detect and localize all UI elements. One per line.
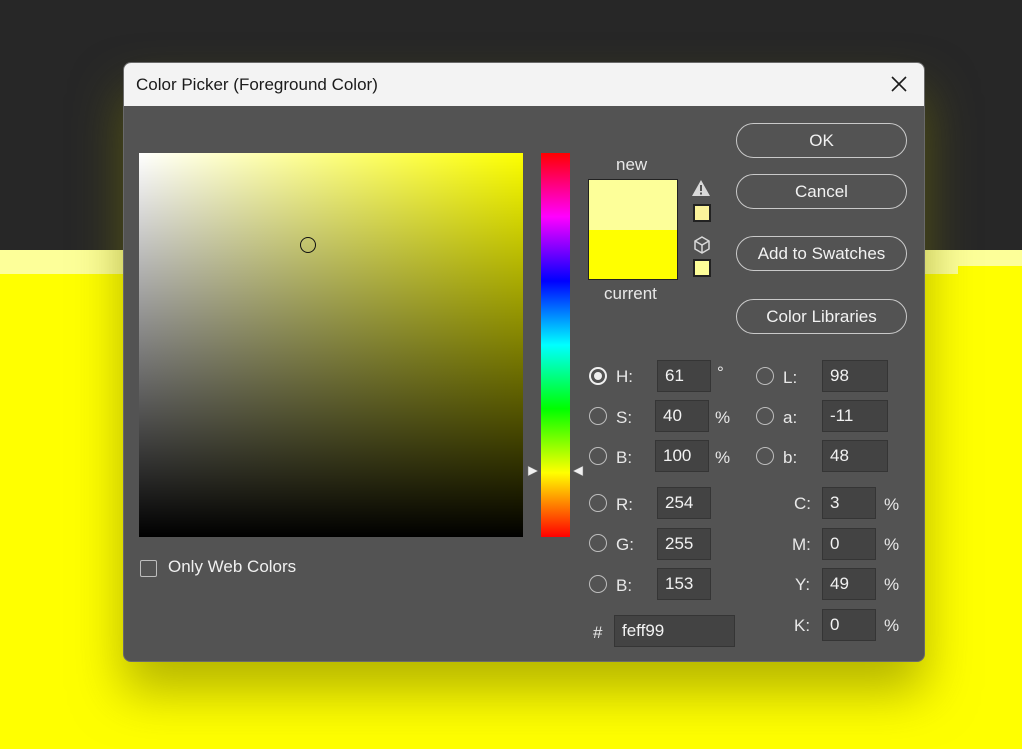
magenta-unit: % bbox=[884, 535, 900, 554]
blue-label: B: bbox=[616, 576, 633, 595]
hue-unit: ° bbox=[717, 363, 724, 382]
magenta-input[interactable]: 0 bbox=[822, 528, 876, 560]
lightness-radio[interactable] bbox=[756, 367, 774, 385]
only-web-colors-label[interactable]: Only Web Colors bbox=[168, 557, 296, 577]
brightness-radio[interactable] bbox=[589, 447, 607, 465]
hex-label: # bbox=[593, 623, 603, 642]
hue-slider-right-arrow[interactable] bbox=[572, 465, 584, 477]
cyan-unit: % bbox=[884, 495, 900, 514]
canvas-strip-edge bbox=[958, 266, 1022, 274]
color-field[interactable] bbox=[139, 153, 523, 537]
saturation-unit: % bbox=[715, 408, 731, 427]
new-color-label: new bbox=[616, 155, 648, 174]
close-icon bbox=[891, 76, 907, 92]
black-unit: % bbox=[884, 616, 900, 635]
brightness-label: B: bbox=[616, 448, 633, 467]
a-channel-input[interactable]: -11 bbox=[822, 400, 888, 432]
color-field-marker[interactable] bbox=[300, 237, 316, 253]
add-to-swatches-button[interactable]: Add to Swatches bbox=[736, 236, 907, 271]
warning-icon[interactable] bbox=[691, 179, 711, 197]
lightness-input[interactable]: 98 bbox=[822, 360, 888, 392]
close-button[interactable] bbox=[884, 69, 914, 99]
only-web-colors-checkbox[interactable] bbox=[140, 560, 157, 577]
a-channel-radio[interactable] bbox=[756, 407, 774, 425]
yellow-label: Y: bbox=[795, 575, 811, 594]
hue-label: H: bbox=[616, 367, 633, 386]
yellow-unit: % bbox=[884, 575, 900, 594]
saturation-radio[interactable] bbox=[589, 407, 607, 425]
saturation-input[interactable]: 40 bbox=[655, 400, 709, 432]
magenta-label: M: bbox=[792, 535, 811, 554]
web-safe-swatch[interactable] bbox=[693, 259, 711, 277]
red-input[interactable]: 254 bbox=[657, 487, 711, 519]
hue-slider-left-arrow[interactable] bbox=[527, 465, 539, 477]
yellow-input[interactable]: 49 bbox=[822, 568, 876, 600]
cancel-button[interactable]: Cancel bbox=[736, 174, 907, 209]
color-picker-dialog: Color Picker (Foreground Color) new curr… bbox=[123, 62, 925, 662]
new-color-swatch bbox=[588, 179, 678, 230]
red-label: R: bbox=[616, 495, 633, 514]
current-color-label: current bbox=[604, 284, 657, 303]
brightness-input[interactable]: 100 bbox=[655, 440, 709, 472]
dialog-title: Color Picker (Foreground Color) bbox=[136, 75, 378, 94]
brightness-unit: % bbox=[715, 448, 731, 467]
green-label: G: bbox=[616, 535, 634, 554]
title-bar: Color Picker (Foreground Color) bbox=[124, 63, 924, 106]
b-channel-input[interactable]: 48 bbox=[822, 440, 888, 472]
saturation-label: S: bbox=[616, 408, 633, 427]
b-channel-label: b: bbox=[783, 448, 798, 467]
b-channel-radio[interactable] bbox=[756, 447, 774, 465]
black-input[interactable]: 0 bbox=[822, 609, 876, 641]
blue-radio[interactable] bbox=[589, 575, 607, 593]
hex-input[interactable]: feff99 bbox=[614, 615, 735, 647]
blue-input[interactable]: 153 bbox=[657, 568, 711, 600]
hue-slider[interactable] bbox=[541, 153, 570, 537]
hue-input[interactable]: 61 bbox=[657, 360, 711, 392]
gamut-warning-swatch[interactable] bbox=[693, 204, 711, 222]
color-libraries-button[interactable]: Color Libraries bbox=[736, 299, 907, 334]
black-label: K: bbox=[794, 616, 811, 635]
a-channel-label: a: bbox=[783, 408, 798, 427]
red-radio[interactable] bbox=[589, 494, 607, 512]
cyan-label: C: bbox=[794, 494, 811, 513]
green-radio[interactable] bbox=[589, 534, 607, 552]
lightness-label: L: bbox=[783, 368, 798, 387]
cube-icon[interactable] bbox=[692, 235, 712, 255]
cyan-input[interactable]: 3 bbox=[822, 487, 876, 519]
green-input[interactable]: 255 bbox=[657, 528, 711, 560]
current-color-swatch[interactable] bbox=[588, 230, 678, 280]
hue-radio[interactable] bbox=[589, 367, 607, 385]
ok-button[interactable]: OK bbox=[736, 123, 907, 158]
